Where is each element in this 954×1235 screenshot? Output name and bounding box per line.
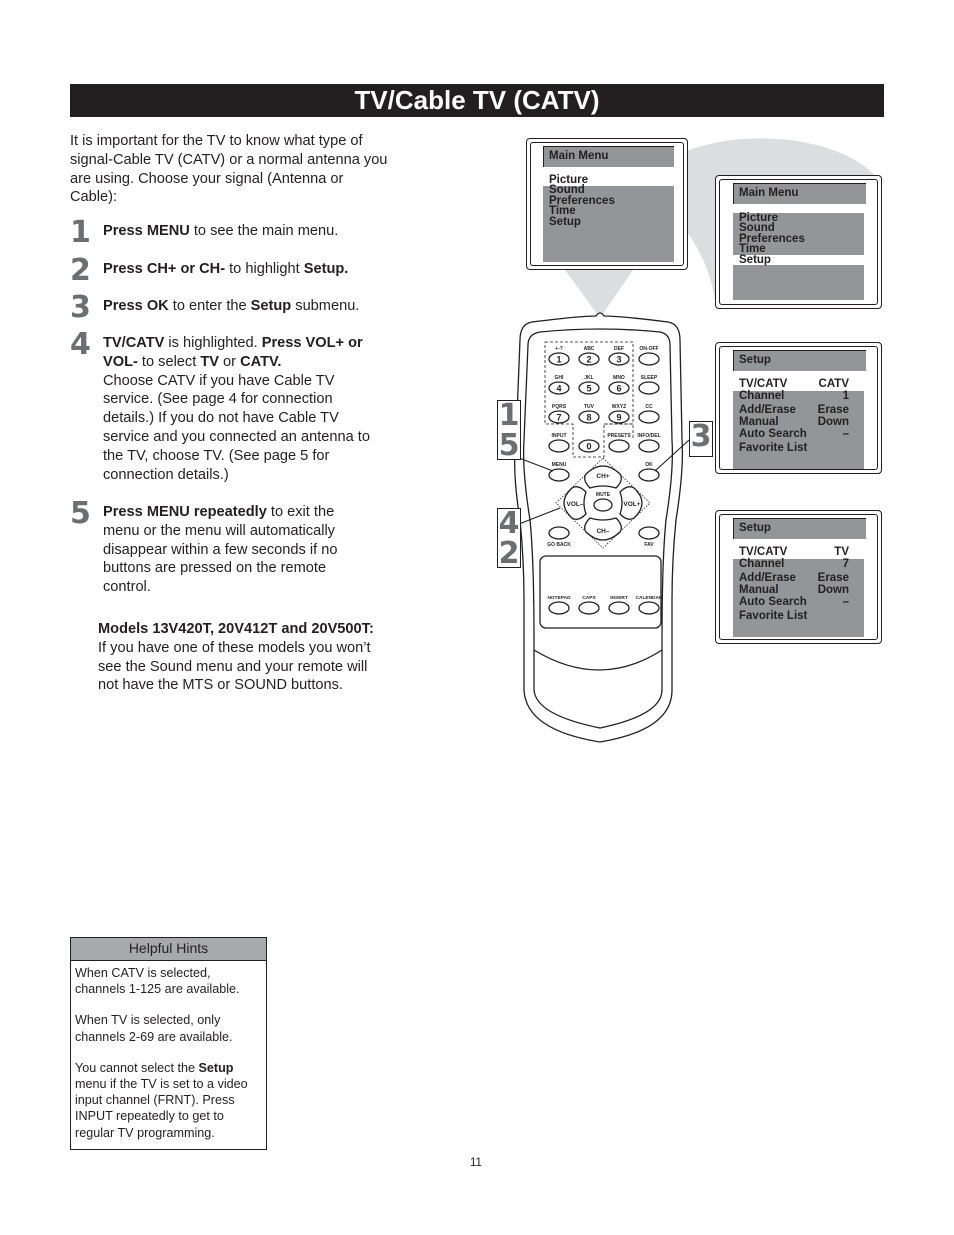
calendar-button [638, 601, 660, 615]
callout-step-3: 3 [689, 421, 713, 457]
callout-number: 4 [498, 506, 520, 541]
callout-number: 3 [690, 419, 712, 454]
digit-9-button-digit: 9 [616, 413, 621, 423]
key-label-tuv: TUV [584, 404, 595, 410]
ch-down-label: CH– [596, 528, 609, 535]
input-button [548, 439, 570, 453]
callout-steps-1-5: 1 5 [497, 398, 521, 463]
key-label-abc: ABC [584, 346, 595, 352]
key-label-cc: CC [645, 404, 653, 410]
notepad-label: NOTEPAD [547, 595, 571, 601]
mute-button [593, 498, 613, 512]
callout-steps-4-2: 4 2 [497, 506, 521, 571]
key-label-pqrs: PQRS [552, 404, 567, 410]
info-label: INFO/DEL [637, 433, 660, 439]
digit-2-button-digit: 2 [586, 355, 591, 365]
key-label-mno: MNO [613, 375, 625, 381]
mute-label: MUTE [596, 492, 611, 498]
go-back-button [548, 526, 570, 540]
go-back-label: GO BACK [547, 542, 571, 548]
fav-button [638, 526, 660, 540]
key-label-+-?: +-? [555, 346, 563, 352]
insert-label: INSERT [610, 595, 628, 601]
presets-button [608, 439, 630, 453]
callout-number: 5 [498, 428, 520, 463]
key-label-on-off: ON-OFF [639, 346, 658, 352]
key-label-sleep: SLEEP [641, 375, 658, 381]
info-del-button [638, 439, 660, 453]
key-label-def: DEF [614, 346, 624, 352]
menu-label: MENU [552, 462, 567, 468]
digit-1-button-digit: 1 [556, 355, 561, 365]
digit-7-button-digit: 7 [556, 413, 561, 423]
key-label-jkl: JKL [584, 375, 593, 381]
fav-label: FAV [644, 542, 654, 548]
input-label: INPUT [552, 433, 567, 439]
callout-number: 1 [498, 398, 520, 433]
ch-up-label: CH+ [596, 473, 609, 480]
digit-4-button-digit: 4 [556, 384, 561, 394]
on-off-button [638, 352, 660, 366]
callout-number: 2 [498, 536, 520, 571]
vol-up-label: VOL+ [623, 501, 640, 508]
ok-label: OK [645, 462, 653, 468]
digit-3-button-digit: 3 [616, 355, 621, 365]
presets-label: PRESETS [607, 433, 631, 439]
digit-6-button-digit: 6 [616, 384, 621, 394]
digit-5-button-digit: 5 [586, 384, 591, 394]
vol-down-label: VOL– [567, 501, 584, 508]
key-label-wxyz: WXYZ [612, 404, 626, 410]
caps-label: CAPS [582, 595, 596, 601]
cc-button [638, 410, 660, 424]
digit-8-button-digit: 8 [586, 413, 591, 423]
notepad-button [548, 601, 570, 615]
digit-0-button-digit: 0 [586, 442, 591, 452]
calendar-label: CALENDAR [636, 595, 663, 601]
remote-control: +-? 1 ABC 2 DEF 3 ON-OFF GHI 4 JKL 5 MNO 6 SLEEP PQRS 7… [514, 312, 690, 743]
key-label-ghi: GHI [555, 375, 565, 381]
insert-button [608, 601, 630, 615]
caps-button [578, 601, 600, 615]
sleep-button [638, 381, 660, 395]
